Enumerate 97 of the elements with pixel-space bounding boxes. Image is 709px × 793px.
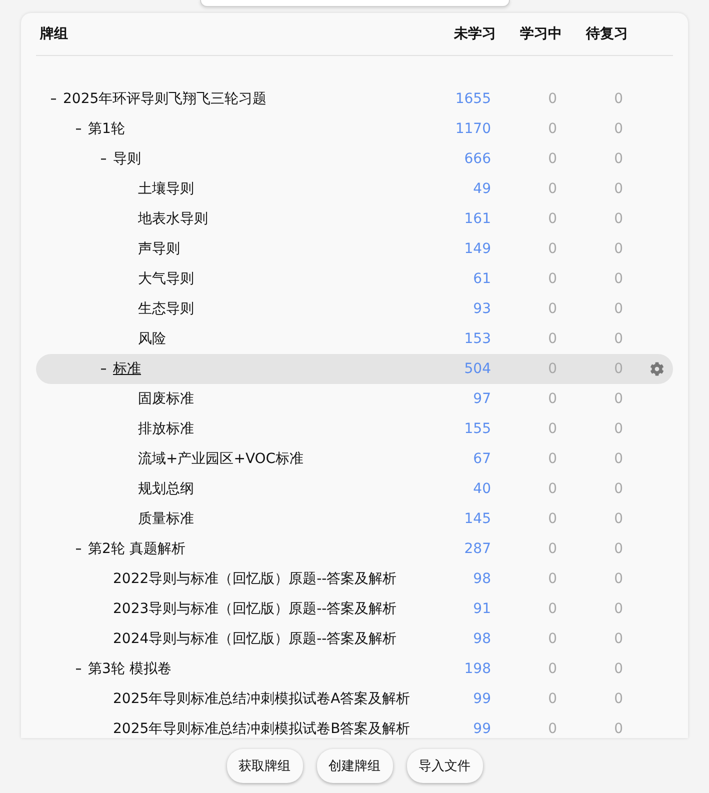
card-count: 1655 [455,91,492,107]
deck-name[interactable]: 流域+产业园区+VOC标准 [138,450,304,468]
card-count: 155 [464,421,492,437]
deck-name[interactable]: 第1轮 [88,120,125,138]
card-count: 0 [614,301,624,317]
card-count: 99 [473,691,492,707]
card-count: 0 [548,91,558,107]
card-count: 0 [548,691,558,707]
card-count: 0 [614,181,624,197]
card-count: 0 [614,631,624,647]
deck-name[interactable]: 质量标准 [138,510,194,528]
card-count: 61 [473,271,492,287]
card-count: 0 [548,451,558,467]
footer-button[interactable]: 导入文件 [406,748,482,782]
card-count: 97 [473,391,492,407]
deck-name[interactable]: 土壤导则 [138,180,194,198]
deck-name[interactable]: 2025年导则标准总结冲刺模拟试卷B答案及解析 [113,720,410,738]
card-count: 0 [614,571,624,587]
card-count: 0 [614,541,624,557]
card-count: 0 [614,661,624,677]
deck-name[interactable]: 生态导则 [138,300,194,318]
card-count: 98 [473,571,492,587]
deck-name[interactable]: 2022导则与标准（回忆版）原题--答案及解析 [113,570,397,588]
card-count: 0 [614,421,624,437]
card-count: 0 [614,91,624,107]
footer-button[interactable]: 创建牌组 [316,748,392,782]
card-count: 0 [614,601,624,617]
card-count: 0 [614,361,624,377]
card-count: 287 [464,541,492,557]
card-count: 0 [548,601,558,617]
deck-name[interactable]: 大气导则 [138,270,194,288]
card-count: 153 [464,331,492,347]
column-header: 牌组 [38,25,68,43]
deck-row[interactable]: 标准 504 0 0 [36,354,673,384]
card-count: 198 [464,661,492,677]
card-count: 149 [464,241,492,257]
settings-icon[interactable] [650,362,664,376]
card-count: 67 [473,451,492,467]
column-header: 学习中 [520,25,562,43]
card-count: 0 [614,151,624,167]
card-count: 0 [548,571,558,587]
deck-name[interactable]: 地表水导则 [138,210,208,228]
column-header: 未学习 [454,25,496,43]
card-count: 666 [464,151,492,167]
card-count: 0 [548,211,558,227]
card-count: 0 [548,121,558,137]
card-count: 0 [614,511,624,527]
card-count: 0 [614,211,624,227]
card-count: 0 [548,391,558,407]
card-count: 0 [548,151,558,167]
card-count: 0 [548,181,558,197]
card-count: 0 [548,301,558,317]
deck-name[interactable]: 2025年导则标准总结冲刺模拟试卷A答案及解析 [113,690,410,708]
card-count: 161 [464,211,492,227]
card-count: 0 [548,331,558,347]
card-count: 1170 [455,121,492,137]
card-count: 0 [614,331,624,347]
card-count: 0 [614,271,624,287]
deck-name[interactable]: 导则 [113,150,141,168]
deck-name[interactable]: 第3轮 模拟卷 [88,660,172,678]
footer-button[interactable]: 获取牌组 [226,748,302,782]
card-count: 0 [548,541,558,557]
card-count: 0 [548,271,558,287]
card-count: 0 [548,631,558,647]
deck-name[interactable]: 2025年环评导则飞翔飞三轮习题 [63,90,267,108]
card-count: 49 [473,181,492,197]
deck-name[interactable]: 2024导则与标准（回忆版）原题--答案及解析 [113,630,397,648]
card-count: 0 [614,391,624,407]
card-count: 0 [614,451,624,467]
card-count: 0 [548,241,558,257]
card-count: 0 [548,421,558,437]
card-count: 0 [614,721,624,737]
deck-name[interactable]: 排放标准 [138,420,194,438]
card-count: 93 [473,301,492,317]
deck-name[interactable]: 风险 [138,330,166,348]
deck-name[interactable]: 规划总纲 [138,480,194,498]
card-count: 91 [473,601,492,617]
deck-name[interactable]: 标准 [113,360,141,378]
deck-name[interactable]: 声导则 [138,240,180,258]
card-count: 0 [614,241,624,257]
card-count: 98 [473,631,492,647]
card-count: 0 [548,361,558,377]
card-count: 0 [614,691,624,707]
card-count: 0 [614,121,624,137]
card-count: 0 [548,511,558,527]
card-count: 0 [614,481,624,497]
card-count: 0 [548,661,558,677]
deck-name[interactable]: 固废标准 [138,390,194,408]
deck-name[interactable]: 2023导则与标准（回忆版）原题--答案及解析 [113,600,397,618]
deck-name[interactable]: 第2轮 真题解析 [88,540,186,558]
column-header: 待复习 [586,25,628,43]
card-count: 504 [464,361,492,377]
card-count: 0 [548,721,558,737]
card-count: 99 [473,721,492,737]
card-count: 145 [464,511,492,527]
card-count: 0 [548,481,558,497]
card-count: 40 [473,481,492,497]
